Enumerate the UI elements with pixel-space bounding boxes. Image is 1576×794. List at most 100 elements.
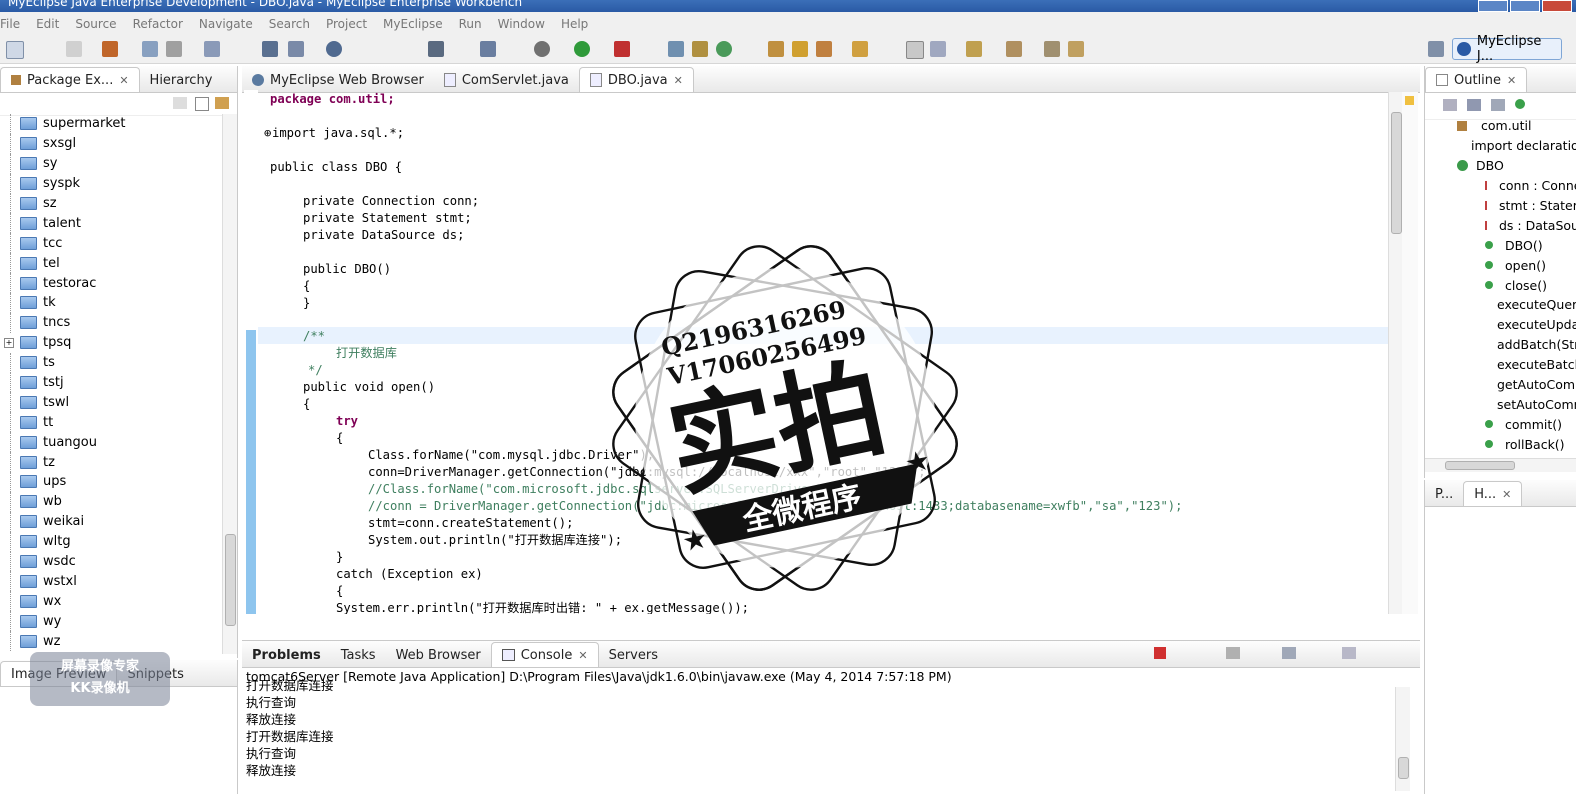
task-icon[interactable] bbox=[816, 41, 832, 57]
editor-scrollbar[interactable] bbox=[1388, 92, 1402, 614]
build-icon[interactable] bbox=[428, 41, 444, 57]
external-tools-icon[interactable] bbox=[614, 41, 630, 57]
console-output[interactable]: 打开数据库连接 执行查询 释放连接 打开数据库连接 执行查询 释放连接 bbox=[246, 679, 1396, 791]
tab-package-explorer[interactable]: Package Ex... ✕ bbox=[0, 67, 140, 92]
outline-item[interactable]: setAutoCommit bbox=[1425, 394, 1576, 414]
tree-item[interactable]: wb bbox=[0, 491, 224, 512]
tab-web-browser[interactable]: MyEclipse Web Browser bbox=[242, 68, 434, 92]
menu-file[interactable]: File bbox=[0, 17, 28, 31]
globe-icon[interactable] bbox=[326, 41, 342, 57]
package-explorer-scrollbar[interactable] bbox=[222, 114, 237, 654]
tree-item[interactable]: wstxl bbox=[0, 571, 224, 592]
save-icon[interactable] bbox=[66, 41, 82, 57]
display-console-icon[interactable] bbox=[1342, 647, 1356, 659]
debug-icon[interactable] bbox=[534, 41, 550, 57]
back-icon[interactable] bbox=[173, 97, 187, 109]
close-icon[interactable]: ✕ bbox=[674, 74, 683, 87]
outline-item[interactable]: stmt : Statement bbox=[1425, 196, 1576, 216]
tab-console[interactable]: Console ✕ bbox=[490, 642, 599, 667]
tree-item[interactable]: sxsgl bbox=[0, 133, 224, 154]
close-icon[interactable]: ✕ bbox=[119, 74, 128, 87]
pin-console-icon[interactable] bbox=[1282, 647, 1296, 659]
scrollbar-thumb[interactable] bbox=[1391, 112, 1402, 234]
tree-item[interactable]: weikai bbox=[0, 511, 224, 532]
tab-dbo-java[interactable]: DBO.java ✕ bbox=[578, 67, 694, 92]
collapse-all-icon[interactable] bbox=[195, 97, 209, 111]
tree-item[interactable]: ups bbox=[0, 472, 224, 492]
new-icon[interactable] bbox=[6, 41, 24, 59]
forward-icon[interactable] bbox=[1068, 41, 1084, 57]
outline-item[interactable]: DBO bbox=[1425, 156, 1576, 176]
minimize-button[interactable] bbox=[1478, 0, 1508, 12]
tab-comservlet[interactable]: ComServlet.java bbox=[434, 68, 579, 92]
tree-item[interactable]: tel bbox=[0, 253, 224, 274]
outline-item[interactable]: executeUpdate bbox=[1425, 315, 1576, 335]
tree-item[interactable]: wsdc bbox=[0, 551, 224, 572]
pen-icon[interactable] bbox=[792, 41, 808, 57]
new-class-icon[interactable] bbox=[668, 41, 684, 57]
tree-item[interactable]: supermarket bbox=[0, 114, 224, 134]
toggle-mark-icon[interactable] bbox=[906, 41, 924, 59]
fold-icon[interactable]: ⊕ bbox=[264, 125, 271, 142]
scrollbar-thumb[interactable] bbox=[1445, 461, 1515, 470]
package-icon[interactable] bbox=[480, 41, 496, 57]
server-icon[interactable] bbox=[142, 41, 158, 57]
tree-item[interactable]: tswl bbox=[0, 392, 224, 413]
outline-item[interactable]: open() bbox=[1425, 255, 1576, 275]
tab-web-browser-view[interactable]: Web Browser bbox=[386, 643, 491, 667]
hide-nonpublic-icon[interactable] bbox=[1515, 99, 1525, 109]
open-resource-icon[interactable] bbox=[288, 41, 304, 57]
prev-annotation-icon[interactable] bbox=[1006, 41, 1022, 57]
outline-item[interactable]: close() bbox=[1425, 275, 1576, 295]
web-icon[interactable] bbox=[204, 41, 220, 57]
tree-item[interactable]: syspk bbox=[0, 173, 224, 194]
next-annotation-icon[interactable] bbox=[966, 41, 982, 57]
myeclipse-icon[interactable] bbox=[102, 41, 118, 57]
close-icon[interactable]: ✕ bbox=[1507, 74, 1516, 87]
warning-marker[interactable] bbox=[1405, 96, 1414, 105]
outline-item[interactable]: commit() bbox=[1425, 414, 1576, 434]
console-scrollbar[interactable] bbox=[1395, 687, 1410, 791]
tree-item[interactable]: sy bbox=[0, 153, 224, 174]
outline-item[interactable]: addBatch(String) bbox=[1425, 335, 1576, 355]
tree-item[interactable]: wltg bbox=[0, 531, 224, 552]
clear-console-icon[interactable] bbox=[1226, 647, 1240, 659]
tree-item[interactable]: tt bbox=[0, 412, 224, 433]
outline-item[interactable]: executeBatch bbox=[1425, 355, 1576, 375]
tree-item[interactable]: ts bbox=[0, 352, 224, 373]
menu-run[interactable]: Run bbox=[451, 17, 490, 31]
outline-item[interactable]: rollBack() bbox=[1425, 434, 1576, 454]
open-type-icon[interactable] bbox=[262, 41, 278, 57]
tree-item[interactable]: testorac bbox=[0, 273, 224, 294]
expand-icon[interactable]: + bbox=[4, 337, 14, 348]
menu-search[interactable]: Search bbox=[261, 17, 318, 31]
terminate-icon[interactable] bbox=[1154, 647, 1166, 659]
menu-myeclipse[interactable]: MyEclipse bbox=[375, 17, 451, 31]
tree-item[interactable]: wy bbox=[0, 611, 224, 632]
scrollbar-thumb[interactable] bbox=[225, 534, 236, 626]
open-perspective-button-icon[interactable] bbox=[1428, 41, 1444, 57]
refresh-icon[interactable] bbox=[716, 41, 732, 57]
outline-item[interactable]: executeQuery bbox=[1425, 295, 1576, 315]
outline-item[interactable]: DBO() bbox=[1425, 235, 1576, 255]
tree-item[interactable]: tuangou bbox=[0, 432, 224, 453]
close-icon[interactable]: ✕ bbox=[578, 649, 587, 662]
close-window-button[interactable] bbox=[1542, 0, 1572, 12]
close-icon[interactable]: ✕ bbox=[1502, 488, 1511, 501]
menu-navigate[interactable]: Navigate bbox=[191, 17, 261, 31]
open-perspective-icon[interactable] bbox=[768, 41, 784, 57]
maximize-button[interactable] bbox=[1510, 0, 1540, 12]
tree-item[interactable]: + tpsq bbox=[0, 333, 224, 353]
tree-item[interactable]: tncs bbox=[0, 312, 224, 333]
tree-item[interactable]: tz bbox=[0, 452, 224, 473]
show-whitespace-icon[interactable] bbox=[930, 41, 946, 57]
hide-static-icon[interactable] bbox=[1491, 99, 1505, 111]
folder-open-icon[interactable] bbox=[852, 41, 868, 57]
outline-item[interactable]: com.util bbox=[1425, 116, 1576, 136]
menu-edit[interactable]: Edit bbox=[28, 17, 67, 31]
tab-hierarchy[interactable]: Hierarchy bbox=[140, 68, 223, 92]
sort-icon[interactable] bbox=[1443, 99, 1457, 111]
tree-item[interactable]: wx bbox=[0, 591, 224, 612]
outline-hscrollbar[interactable] bbox=[1425, 458, 1576, 472]
tab-h[interactable]: H... ✕ bbox=[1463, 481, 1523, 506]
